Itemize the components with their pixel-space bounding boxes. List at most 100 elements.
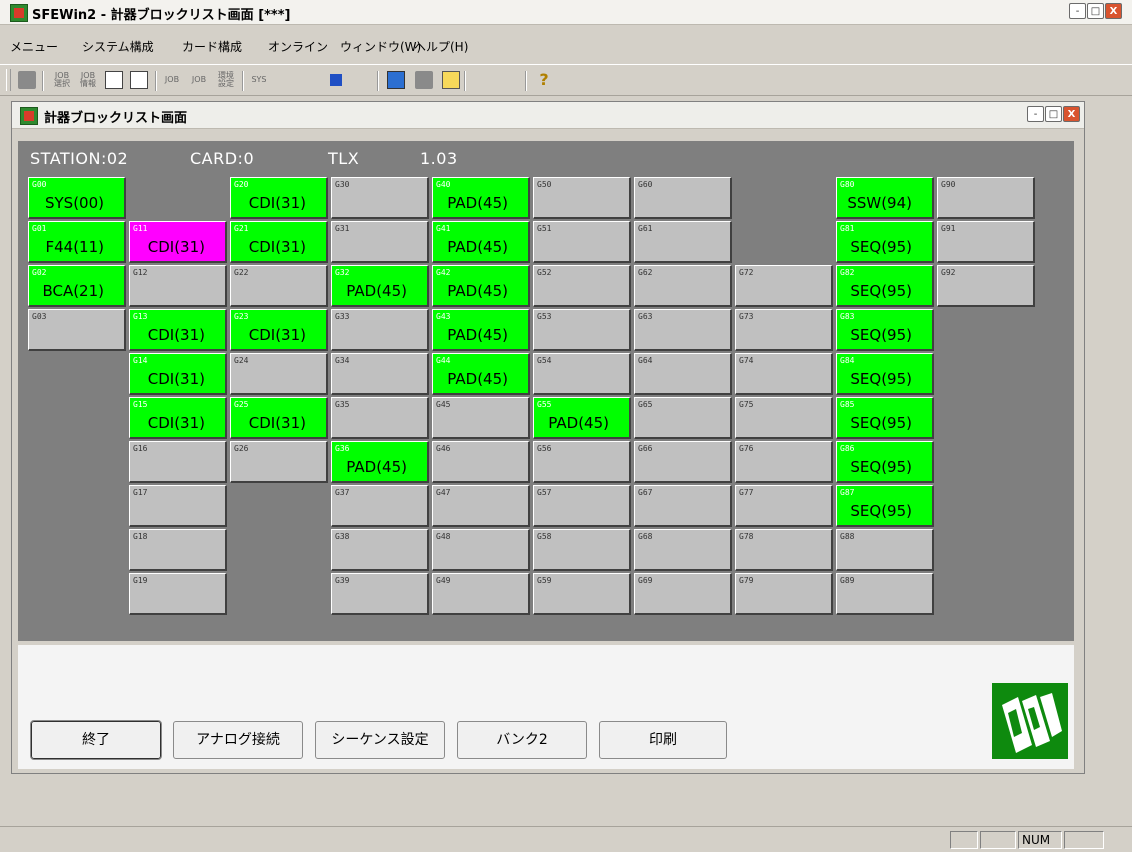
block-cell-g69[interactable]: G69 (634, 573, 732, 615)
help-icon[interactable]: ? (535, 71, 553, 89)
block-cell-g14[interactable]: G14 CDI(31) (129, 353, 227, 395)
block-cell-g49[interactable]: G49 (432, 573, 530, 615)
block-cell-g88[interactable]: G88 (836, 529, 934, 571)
menu-help[interactable]: ヘルプ(H) (414, 38, 468, 55)
minimize-button[interactable]: - (1069, 3, 1086, 19)
block-cell-g47[interactable]: G47 (432, 485, 530, 527)
close-button[interactable]: X (1105, 3, 1122, 19)
block-cell-g90[interactable]: G90 (937, 177, 1035, 219)
block-cell-g42[interactable]: G42 PAD(45) (432, 265, 530, 307)
block-cell-g03[interactable]: G03 (28, 309, 126, 351)
block-cell-g74[interactable]: G74 (735, 353, 833, 395)
lightning-icon[interactable] (276, 71, 294, 89)
block-cell-g62[interactable]: G62 (634, 265, 732, 307)
block-cell-g85[interactable]: G85 SEQ(95) (836, 397, 934, 439)
block-cell-g34[interactable]: G34 (331, 353, 429, 395)
block-cell-g91[interactable]: G91 (937, 221, 1035, 263)
block-cell-g12[interactable]: G12 (129, 265, 227, 307)
undo-icon[interactable] (473, 71, 491, 89)
block-cell-g17[interactable]: G17 (129, 485, 227, 527)
block-cell-g01[interactable]: G01 F44(11) (28, 221, 126, 263)
block-cell-g72[interactable]: G72 (735, 265, 833, 307)
block-cell-g64[interactable]: G64 (634, 353, 732, 395)
block-cell-g39[interactable]: G39 (331, 573, 429, 615)
block-cell-g44[interactable]: G44 PAD(45) (432, 353, 530, 395)
maximize-button[interactable]: □ (1087, 3, 1104, 19)
wave-icon[interactable] (356, 71, 374, 89)
block-cell-g78[interactable]: G78 (735, 529, 833, 571)
block-icon[interactable] (415, 71, 433, 89)
block-cell-g46[interactable]: G46 (432, 441, 530, 483)
block-cell-g53[interactable]: G53 (533, 309, 631, 351)
block-cell-g41[interactable]: G41 PAD(45) (432, 221, 530, 263)
block-cell-g19[interactable]: G19 (129, 573, 227, 615)
block-cell-g15[interactable]: G15 CDI(31) (129, 397, 227, 439)
block-cell-g58[interactable]: G58 (533, 529, 631, 571)
grid-icon[interactable] (105, 71, 123, 89)
block-cell-g11[interactable]: G11 CDI(31) (129, 221, 227, 263)
block-cell-g61[interactable]: G61 (634, 221, 732, 263)
block-cell-g02[interactable]: G02 BCA(21) (28, 265, 126, 307)
block-cell-g73[interactable]: G73 (735, 309, 833, 351)
child-minimize-button[interactable]: - (1027, 106, 1044, 122)
screen-icon[interactable] (130, 71, 148, 89)
block-cell-g37[interactable]: G37 (331, 485, 429, 527)
print-button[interactable]: 印刷 (599, 721, 727, 759)
block-cell-g13[interactable]: G13 CDI(31) (129, 309, 227, 351)
child-maximize-button[interactable]: □ (1045, 106, 1062, 122)
block-cell-g83[interactable]: G83 SEQ(95) (836, 309, 934, 351)
block-cell-g76[interactable]: G76 (735, 441, 833, 483)
block-cell-g80[interactable]: G80 SSW(94) (836, 177, 934, 219)
block-cell-g21[interactable]: G21 CDI(31) (230, 221, 328, 263)
block-cell-g33[interactable]: G33 (331, 309, 429, 351)
block-cell-g31[interactable]: G31 (331, 221, 429, 263)
block-cell-g50[interactable]: G50 (533, 177, 631, 219)
block-cell-g23[interactable]: G23 CDI(31) (230, 309, 328, 351)
job-upload-icon[interactable]: JOB (163, 71, 181, 89)
block-cell-g77[interactable]: G77 (735, 485, 833, 527)
block-cell-g36[interactable]: G36 PAD(45) (331, 441, 429, 483)
block-cell-g18[interactable]: G18 (129, 529, 227, 571)
sequence-settings-button[interactable]: シーケンス設定 (315, 721, 445, 759)
job-download-icon[interactable]: JOB (190, 71, 208, 89)
block-cell-g16[interactable]: G16 (129, 441, 227, 483)
block-cell-g66[interactable]: G66 (634, 441, 732, 483)
block-cell-g63[interactable]: G63 (634, 309, 732, 351)
block-cell-g30[interactable]: G30 (331, 177, 429, 219)
toolbar-grip[interactable] (6, 69, 11, 91)
block-cell-g00[interactable]: G00 SYS(00) (28, 177, 126, 219)
block-cell-g20[interactable]: G20 CDI(31) (230, 177, 328, 219)
block-cell-g82[interactable]: G82 SEQ(95) (836, 265, 934, 307)
block-cell-g22[interactable]: G22 (230, 265, 328, 307)
block-cell-g89[interactable]: G89 (836, 573, 934, 615)
block-cell-g87[interactable]: G87 SEQ(95) (836, 485, 934, 527)
block-cell-g48[interactable]: G48 (432, 529, 530, 571)
block-cell-g51[interactable]: G51 (533, 221, 631, 263)
block-cell-g26[interactable]: G26 (230, 441, 328, 483)
sys-icon[interactable]: SYS (250, 71, 268, 89)
block-cell-g32[interactable]: G32 PAD(45) (331, 265, 429, 307)
menu-online[interactable]: オンライン (268, 38, 328, 55)
block-cell-g55[interactable]: G55 PAD(45) (533, 397, 631, 439)
block-cell-g56[interactable]: G56 (533, 441, 631, 483)
analog-connect-button[interactable]: アナログ接続 (173, 721, 303, 759)
menu-menu[interactable]: メニュー (10, 38, 58, 55)
job-info-icon[interactable]: JOB 情報 (79, 71, 97, 89)
block-cell-g79[interactable]: G79 (735, 573, 833, 615)
block-cell-g57[interactable]: G57 (533, 485, 631, 527)
block-cell-g60[interactable]: G60 (634, 177, 732, 219)
block-cell-g35[interactable]: G35 (331, 397, 429, 439)
network-icon[interactable] (330, 74, 342, 86)
block-cell-g81[interactable]: G81 SEQ(95) (836, 221, 934, 263)
job-select-icon[interactable]: JOB 選択 (53, 71, 71, 89)
exit-button[interactable]: 終了 (30, 720, 162, 760)
doc-icon[interactable] (18, 71, 36, 89)
menu-system-config[interactable]: システム構成 (82, 38, 154, 55)
page-icon[interactable] (303, 71, 321, 89)
block-cell-g54[interactable]: G54 (533, 353, 631, 395)
block-cell-g65[interactable]: G65 (634, 397, 732, 439)
block-cell-g38[interactable]: G38 (331, 529, 429, 571)
monitor-icon[interactable] (387, 71, 405, 89)
block-cell-g59[interactable]: G59 (533, 573, 631, 615)
child-close-button[interactable]: X (1063, 106, 1080, 122)
